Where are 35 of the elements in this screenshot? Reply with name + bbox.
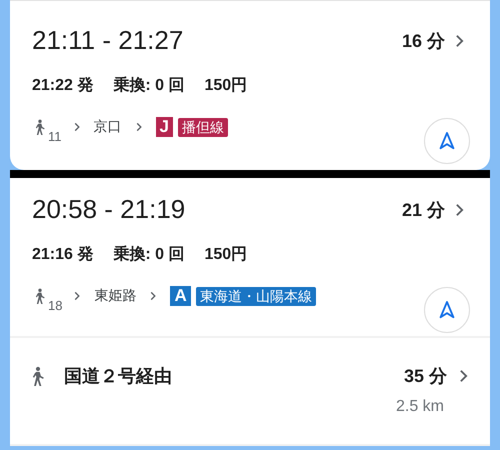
navigation-arrow-icon (439, 300, 455, 320)
route-name: 国道２号経由 (64, 365, 173, 388)
fare: 150円 (204, 76, 248, 96)
duration: 16 分 (402, 30, 445, 52)
chevron-icon (150, 291, 156, 301)
duration: 35 分 (404, 365, 447, 388)
duration: 21 分 (402, 198, 445, 222)
line-name-badge: 播但線 (178, 118, 228, 136)
route-card[interactable]: 20:58 - 21:19 21 分 21:16 発 乗換: 0 回 150円 18 東姫路 A 東海道・山陽本線 (10, 178, 490, 338)
navigate-button[interactable] (424, 287, 470, 333)
chevron-icon (74, 122, 80, 132)
route-card[interactable]: 21:11 - 21:27 16 分 21:22 発 乗換: 0 回 150円 11 京口 J 播但線 (10, 0, 490, 170)
line-code-badge: A (170, 286, 191, 306)
chevron-icon (459, 369, 468, 383)
walking-route-row[interactable]: 国道２号経由 35 分 2.5 km (10, 338, 490, 446)
distance: 2.5 km (394, 398, 445, 416)
chevron-icon (455, 34, 464, 48)
chevron-icon (455, 202, 464, 216)
station-name: 東姫路 (94, 287, 136, 305)
chevron-icon (74, 291, 80, 301)
chevron-icon (136, 122, 142, 132)
station-name: 京口 (94, 118, 122, 136)
line-code-badge: J (156, 117, 173, 137)
transfer-count: 乗換: 0 回 (113, 75, 184, 96)
departure-time: 21:22 発 (32, 76, 94, 96)
time-range: 21:11 - 21:27 (32, 25, 184, 56)
walk-minutes: 11 (48, 129, 62, 144)
line-name-badge: 東海道・山陽本線 (196, 286, 316, 306)
navigate-button[interactable] (424, 118, 470, 164)
fare: 150円 (204, 245, 248, 265)
departure-time: 21:16 発 (32, 245, 94, 265)
time-range: 20:58 - 21:19 (32, 194, 186, 225)
walk-minutes: 18 (48, 298, 62, 313)
navigation-arrow-icon (439, 131, 455, 151)
transfer-count: 乗換: 0 回 (113, 244, 184, 265)
